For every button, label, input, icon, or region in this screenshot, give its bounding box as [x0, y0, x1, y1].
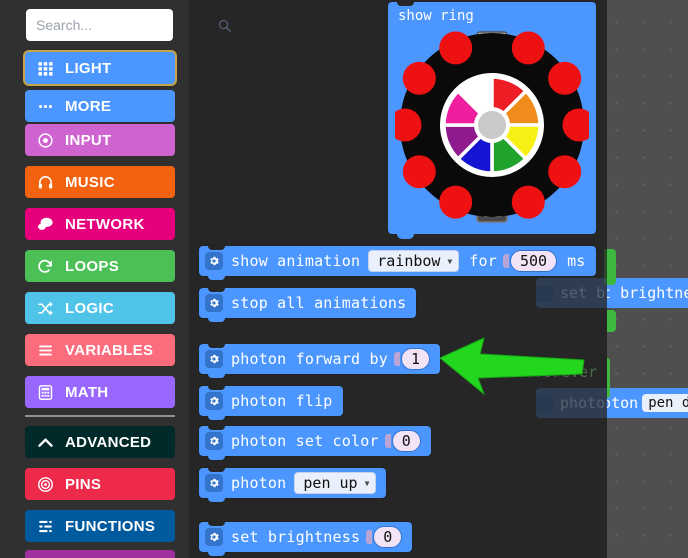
green-arrow-annotation: [439, 337, 585, 396]
block-stop-all-animations[interactable]: stop all animations: [199, 288, 417, 322]
gear-icon[interactable]: [205, 350, 223, 368]
block-label: photon flip: [231, 392, 333, 410]
stack-icon: [35, 516, 55, 536]
number-input[interactable]: 0: [373, 526, 403, 548]
sidebar-item-network[interactable]: NETWORK: [25, 208, 175, 240]
sidebar-item-logic[interactable]: LOGIC: [25, 292, 175, 324]
block-photon-pen[interactable]: photon pen up ▼: [199, 468, 387, 502]
sidebar-item-label: MUSIC: [65, 173, 115, 191]
sidebar-item-variables[interactable]: VARIABLES: [25, 334, 175, 366]
sidebar-item-functions[interactable]: FUNCTIONS: [25, 510, 175, 542]
gear-icon[interactable]: [205, 392, 223, 410]
sidebar-item-loops[interactable]: LOOPS: [25, 250, 175, 282]
sidebar-item-label: LOOPS: [65, 257, 120, 275]
sidebar-item-label: INPUT: [65, 131, 112, 149]
block-label: ms: [567, 252, 586, 270]
chat-icon: [35, 214, 55, 234]
sidebar-item-more[interactable]: MORE: [25, 90, 175, 122]
sidebar-item-label: LIGHT: [65, 59, 112, 77]
sidebar-item-input[interactable]: INPUT: [25, 124, 175, 156]
sidebar-separator: [25, 415, 175, 417]
dots-icon: [35, 96, 55, 116]
block-photon-forward-by[interactable]: photon forward by 1: [199, 344, 440, 378]
search-icon: [218, 19, 231, 32]
sidebar-item-advanced[interactable]: ADVANCED: [25, 426, 175, 458]
workspace-block-dropdown[interactable]: pen down: [642, 394, 688, 412]
blocks-flyout-panel[interactable]: set brightness photon forever show ring: [189, 0, 607, 558]
dropdown-value: rainbow: [377, 252, 441, 270]
block-label: photon forward by: [231, 350, 388, 368]
block-label: show animation: [231, 252, 361, 270]
block-show-animation[interactable]: show animation rainbow ▼ for 500 ms: [199, 246, 596, 280]
input-plug: [502, 254, 509, 268]
chevron-down-icon: ▼: [447, 256, 453, 266]
dropdown-value: pen up: [303, 474, 358, 492]
block-show-ring[interactable]: show ring: [388, 2, 596, 239]
sidebar-item-label: ADVANCED: [65, 433, 152, 451]
dropdown-field[interactable]: rainbow ▼: [368, 250, 460, 272]
gear-icon[interactable]: [205, 252, 223, 270]
block-set-brightness[interactable]: set brightness 0: [199, 522, 413, 556]
number-input[interactable]: 1: [400, 348, 430, 370]
calculator-icon: [35, 382, 55, 402]
gear-icon: [536, 284, 553, 302]
search-box[interactable]: [26, 9, 231, 41]
headphones-icon: [35, 172, 55, 192]
input-plug: [366, 530, 373, 544]
flyout-ghost-block-a: set brightness: [536, 278, 607, 308]
sidebar-item-label: LOGIC: [65, 299, 114, 317]
flyout-ghost-loop-spine: [604, 249, 607, 285]
sidebar-item-pins[interactable]: PINS: [25, 468, 175, 500]
block-label: photon set color: [231, 432, 379, 450]
lines-icon: [35, 340, 55, 360]
number-input[interactable]: 500: [509, 250, 558, 272]
number-input[interactable]: 0: [391, 430, 421, 452]
block-photon-set-color[interactable]: photon set color 0: [199, 426, 431, 460]
sidebar-item-extra-12[interactable]: [25, 550, 175, 558]
sidebar-item-label: MORE: [65, 97, 112, 115]
app-root: set brightness photon pen down set brigh…: [0, 0, 688, 558]
flyout-ghost-label: set brightness: [560, 284, 607, 302]
sidebar-item-music[interactable]: MUSIC: [25, 166, 175, 198]
led-ring-graphic: [395, 31, 589, 223]
input-plug: [384, 434, 391, 448]
input-plug: [393, 352, 400, 366]
block-label: set brightness: [231, 528, 361, 546]
search-input[interactable]: [36, 17, 217, 33]
sidebar-item-label: PINS: [65, 475, 102, 493]
block-label: photon: [231, 474, 287, 492]
sidebar-item-label: MATH: [65, 383, 109, 401]
gear-icon[interactable]: [205, 294, 223, 312]
sidebar-item-math[interactable]: MATH: [25, 376, 175, 408]
sidebar-item-light[interactable]: LIGHT: [25, 52, 175, 84]
show-ring-label: show ring: [398, 8, 474, 24]
refresh-icon: [35, 256, 55, 276]
gear-icon[interactable]: [205, 432, 223, 450]
bullseye-icon: [35, 474, 55, 494]
chevron-down-icon: ▼: [364, 478, 370, 488]
grid-icon: [35, 58, 55, 78]
gear-icon[interactable]: [205, 528, 223, 546]
block-label: stop all animations: [231, 294, 407, 312]
chevron-up-icon: [35, 432, 55, 452]
category-sidebar[interactable]: LIGHT MORE INPUT MUSIC NETWORK LOOPS LOGIC VARI…: [0, 0, 231, 558]
target-icon: [35, 130, 55, 150]
sidebar-item-label: FUNCTIONS: [65, 517, 156, 535]
dropdown-field[interactable]: pen up ▼: [294, 472, 377, 494]
shuffle-icon: [35, 298, 55, 318]
gear-icon[interactable]: [205, 474, 223, 492]
block-photon-flip[interactable]: photon flip: [199, 386, 343, 420]
block-label: for: [469, 252, 497, 270]
sidebar-item-label: NETWORK: [65, 215, 145, 233]
sidebar-item-label: VARIABLES: [65, 341, 154, 359]
